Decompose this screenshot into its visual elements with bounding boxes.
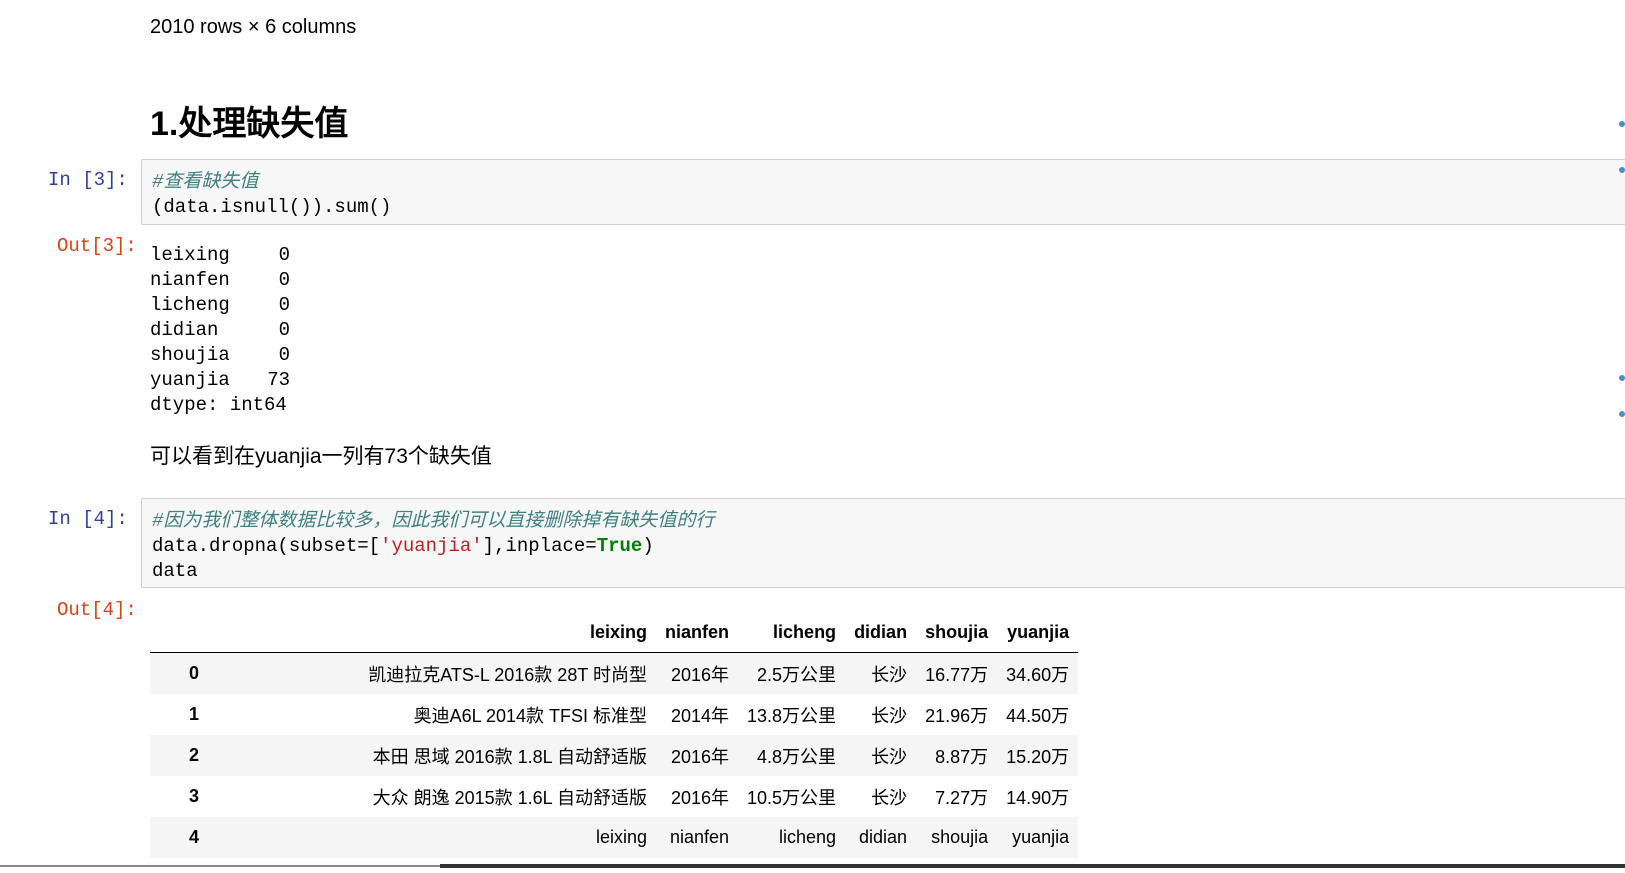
table-cell: 8.87万 — [935, 746, 989, 767]
table-row: 4 leixing nianfen licheng didian shoujia… — [150, 817, 1079, 858]
code-line: data.dropna(subset=['yuanjia'],inplace=T… — [152, 535, 654, 557]
table-cell: 2016年 — [670, 787, 730, 808]
table-cell: 14.90万 — [1006, 787, 1070, 808]
table-cell: 21.96万 — [925, 705, 989, 726]
row-count-note: 2010 rows × 6 columns — [150, 16, 357, 38]
output-line: nianfen 0 — [150, 269, 290, 291]
horizontal-scrollbar[interactable] — [440, 864, 1625, 868]
edge-marker-icon — [1619, 167, 1625, 173]
isnull-output: leixing 0 nianfen 0 licheng 0 didian 0 shouj… — [150, 243, 290, 418]
table-cell: 2016年 — [670, 664, 730, 685]
code-cell-3[interactable]: #查看缺失值 (data.isnull()).sum() — [141, 159, 1625, 225]
output-line: leixing 0 — [150, 244, 290, 266]
table-row: 0 凯迪拉克ATS-L 2016款 28T 时尚型 2016年 2.5万公里 长… — [150, 652, 1079, 694]
table-cell: 34.60万 — [1006, 664, 1070, 685]
index-header — [150, 612, 238, 653]
code-line: (data.isnull()).sum() — [152, 196, 392, 218]
table-cell: leixing — [595, 827, 647, 847]
code-cell-4[interactable]: #因为我们整体数据比较多，因此我们可以直接删除掉有缺失值的行 data.drop… — [141, 498, 1625, 588]
column-header: nianfen — [656, 612, 739, 653]
output-line: yuanjia 73 — [150, 369, 290, 391]
table-cell: 7.27万 — [935, 787, 989, 808]
code-comment: #查看缺失值 — [152, 171, 259, 193]
table-cell: licheng — [779, 827, 837, 847]
table-cell: 10.5万公里 — [747, 787, 837, 808]
table-cell: 13.8万公里 — [747, 705, 837, 726]
out-prompt-3: Out[3]: — [57, 235, 137, 257]
out-prompt-4: Out[4]: — [57, 599, 137, 621]
column-header: licheng — [738, 612, 846, 653]
table-cell: 2.5万公里 — [757, 664, 837, 685]
markdown-note: 可以看到在yuanjia一列有73个缺失值 — [150, 445, 492, 468]
table-cell: 长沙 — [871, 746, 908, 767]
table-row: 3 大众 朗逸 2015款 1.6L 自动舒适版 2016年 10.5万公里 长… — [150, 776, 1078, 817]
table-header-row: leixing nianfen licheng didian shoujia y… — [150, 612, 1079, 653]
table-cell: 44.50万 — [1006, 705, 1070, 726]
table-cell: 奥迪A6L 2014款 TFSI 标准型 — [413, 705, 647, 726]
column-header: leixing — [238, 612, 656, 653]
table-cell: 2016年 — [670, 746, 730, 767]
table-cell: 大众 朗逸 2015款 1.6L 自动舒适版 — [372, 787, 647, 808]
edge-marker-icon — [1619, 121, 1625, 127]
table-cell: 本田 思域 2016款 1.8L 自动舒适版 — [372, 746, 647, 767]
column-header: yuanjia — [997, 612, 1079, 653]
table-row: 1 奥迪A6L 2014款 TFSI 标准型 2014年 13.8万公里 长沙 … — [150, 694, 1078, 735]
table-cell: shoujia — [931, 827, 989, 847]
table-cell: 16.77万 — [925, 664, 989, 685]
dataframe-table: leixing nianfen licheng didian shoujia y… — [150, 612, 1079, 858]
column-header: shoujia — [916, 612, 998, 653]
row-index: 2 — [188, 745, 199, 765]
in-prompt-4: In [4]: — [48, 508, 128, 530]
output-line: didian 0 — [150, 319, 290, 341]
edge-marker-icon — [1619, 375, 1625, 381]
in-prompt-3: In [3]: — [48, 169, 128, 191]
table-cell: nianfen — [669, 827, 730, 847]
row-index: 1 — [188, 704, 199, 724]
column-header: didian — [845, 612, 917, 653]
table-cell: 长沙 — [871, 705, 908, 726]
edge-marker-icon — [1619, 411, 1625, 417]
table-cell: 长沙 — [871, 787, 908, 808]
table-cell: 15.20万 — [1006, 746, 1070, 767]
row-index: 0 — [188, 663, 199, 683]
table-cell: 4.8万公里 — [757, 746, 837, 767]
dtype-line: dtype: int64 — [150, 394, 287, 416]
table-cell: 长沙 — [871, 664, 908, 685]
table-cell: 凯迪拉克ATS-L 2016款 28T 时尚型 — [368, 664, 647, 685]
code-comment: #因为我们整体数据比较多，因此我们可以直接删除掉有缺失值的行 — [152, 510, 715, 532]
code-line: data — [152, 560, 198, 582]
row-index: 3 — [188, 786, 199, 806]
section-heading: 1.处理缺失值 — [150, 105, 349, 143]
table-row: 2 本田 思域 2016款 1.8L 自动舒适版 2016年 4.8万公里 长沙… — [150, 735, 1079, 776]
table-cell: didian — [859, 827, 908, 847]
output-line: shoujia 0 — [150, 344, 290, 366]
output-line: licheng 0 — [150, 294, 290, 316]
table-cell: 2014年 — [670, 705, 730, 726]
table-cell: yuanjia — [1012, 827, 1070, 847]
row-index: 4 — [188, 827, 199, 847]
